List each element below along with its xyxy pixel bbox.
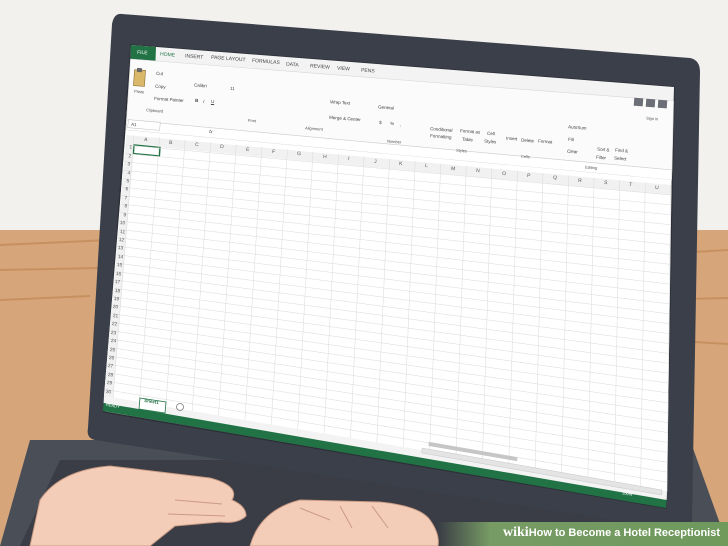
column-header-d[interactable]: D xyxy=(220,144,224,150)
tab-file[interactable]: FILE xyxy=(137,50,148,57)
row-header-19[interactable]: 19 xyxy=(109,297,120,304)
font-name-select[interactable]: Calibri xyxy=(194,83,207,89)
row-header-14[interactable]: 14 xyxy=(112,255,123,261)
underline-button[interactable]: U xyxy=(211,99,215,105)
clear-button[interactable]: Clear xyxy=(567,149,578,155)
row-header-21[interactable]: 21 xyxy=(107,314,118,320)
row-header-25[interactable]: 25 xyxy=(105,348,115,354)
currency-button[interactable]: $ xyxy=(379,120,382,126)
bold-button[interactable]: B xyxy=(195,98,199,104)
percent-button[interactable]: % xyxy=(390,121,394,127)
cut-button[interactable]: Cut xyxy=(156,71,163,77)
maximize-button[interactable] xyxy=(645,98,656,108)
column-header-r[interactable]: R xyxy=(578,178,582,184)
row-header-17[interactable]: 17 xyxy=(110,280,121,287)
row-header-18[interactable]: 18 xyxy=(110,289,120,295)
row-header-26[interactable]: 26 xyxy=(104,356,115,363)
copy-button[interactable]: Copy xyxy=(155,84,166,90)
fx-icon[interactable]: fx xyxy=(209,129,213,135)
tab-data[interactable]: DATA xyxy=(286,62,299,69)
column-header-e[interactable]: E xyxy=(246,147,250,153)
minimize-button[interactable] xyxy=(633,97,644,107)
name-box-value[interactable]: A1 xyxy=(131,122,137,128)
row-header-10[interactable]: 10 xyxy=(115,221,126,228)
row-header-16[interactable]: 16 xyxy=(111,272,122,278)
tab-view[interactable]: VIEW xyxy=(337,66,350,73)
row-header-11[interactable]: 11 xyxy=(114,230,125,236)
column-header-o[interactable]: O xyxy=(501,170,505,176)
column-header-c[interactable]: C xyxy=(195,142,199,148)
row-header-12[interactable]: 12 xyxy=(114,238,124,245)
column-header-q[interactable]: Q xyxy=(553,175,557,181)
column-header-j[interactable]: J xyxy=(374,159,377,165)
find-select-label-1[interactable]: Find & xyxy=(615,148,628,154)
watermark-banner: wikiHow to Become a Hotel Receptionist xyxy=(438,522,728,546)
row-header-5[interactable]: 5 xyxy=(119,179,129,186)
column-header-f[interactable]: F xyxy=(271,149,275,155)
column-header-s[interactable]: S xyxy=(604,180,608,186)
row-header-30[interactable]: 30 xyxy=(101,390,112,396)
paste-label[interactable]: Paste xyxy=(134,89,145,95)
row-header-2[interactable]: 2 xyxy=(121,154,131,160)
insert-button[interactable]: Insert xyxy=(506,136,518,142)
cells-group-label: Cells xyxy=(520,153,531,160)
sort-filter-label-2[interactable]: Filter xyxy=(596,155,606,161)
row-header-4[interactable]: 4 xyxy=(119,171,130,177)
font-group-label: Font xyxy=(247,117,257,124)
cell-styles-label-2[interactable]: Styles xyxy=(484,139,497,145)
row-header-9[interactable]: 9 xyxy=(116,213,126,219)
paste-clip xyxy=(136,67,143,73)
column-header-m[interactable]: M xyxy=(450,166,455,172)
column-header-h[interactable]: H xyxy=(322,154,326,160)
styles-group-label: Styles xyxy=(455,147,468,154)
find-select-label-2[interactable]: Select xyxy=(614,156,627,162)
font-size-select[interactable]: 11 xyxy=(230,86,235,92)
delete-button[interactable]: Delete xyxy=(521,138,534,144)
paste-icon[interactable] xyxy=(133,69,146,87)
watermark-title: How to Become a Hotel Receptionist xyxy=(528,527,720,539)
row-header-7[interactable]: 7 xyxy=(117,196,128,202)
column-header-n[interactable]: N xyxy=(476,168,480,174)
column-header-u[interactable]: U xyxy=(655,185,659,191)
column-header-a[interactable]: A xyxy=(144,137,148,143)
column-header-g[interactable]: G xyxy=(297,151,301,157)
watermark-wiki: wiki xyxy=(503,525,529,540)
fill-button[interactable]: Fill xyxy=(568,137,574,143)
column-header-l[interactable]: L xyxy=(425,163,428,169)
format-as-table-label-2[interactable]: Table xyxy=(462,137,473,143)
sort-filter-label-1[interactable]: Sort & xyxy=(597,147,610,153)
sign-in-link[interactable]: Sign in xyxy=(646,116,659,122)
cell-styles-label-1[interactable]: Cell xyxy=(487,131,495,137)
tab-pens[interactable]: PENS xyxy=(361,67,375,74)
row-header-23[interactable]: 23 xyxy=(106,331,117,337)
row-header-28[interactable]: 28 xyxy=(103,373,113,379)
column-header-p[interactable]: P xyxy=(527,173,531,179)
scene xyxy=(0,0,728,546)
close-button[interactable] xyxy=(657,99,668,109)
watermark-text: wikiHow to Become a Hotel Receptionist xyxy=(503,525,720,541)
tab-home[interactable]: HOME xyxy=(160,51,175,58)
editing-group-label: Editing xyxy=(584,164,598,171)
row-header-3[interactable]: 3 xyxy=(120,162,130,169)
